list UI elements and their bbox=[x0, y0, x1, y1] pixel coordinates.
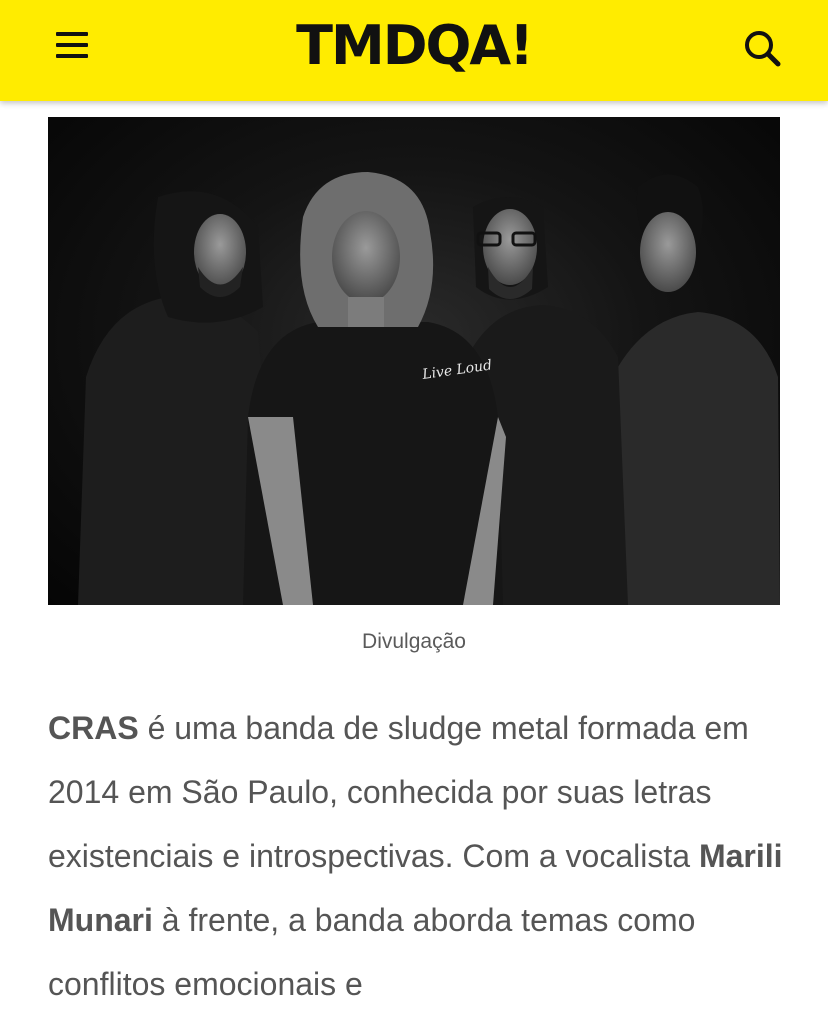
article-paragraph: CRAS é uma banda de sludge metal formada… bbox=[48, 696, 788, 1016]
band-photo: Live Loud bbox=[48, 117, 780, 605]
search-icon[interactable] bbox=[738, 24, 786, 72]
site-logo[interactable]: TMDQA! bbox=[0, 14, 828, 78]
top-header: TMDQA! bbox=[0, 0, 828, 101]
article-text-a: é uma banda de sludge metal formada em 2… bbox=[48, 710, 749, 874]
image-caption: Divulgação bbox=[362, 630, 466, 653]
band-name: CRAS bbox=[48, 710, 139, 746]
